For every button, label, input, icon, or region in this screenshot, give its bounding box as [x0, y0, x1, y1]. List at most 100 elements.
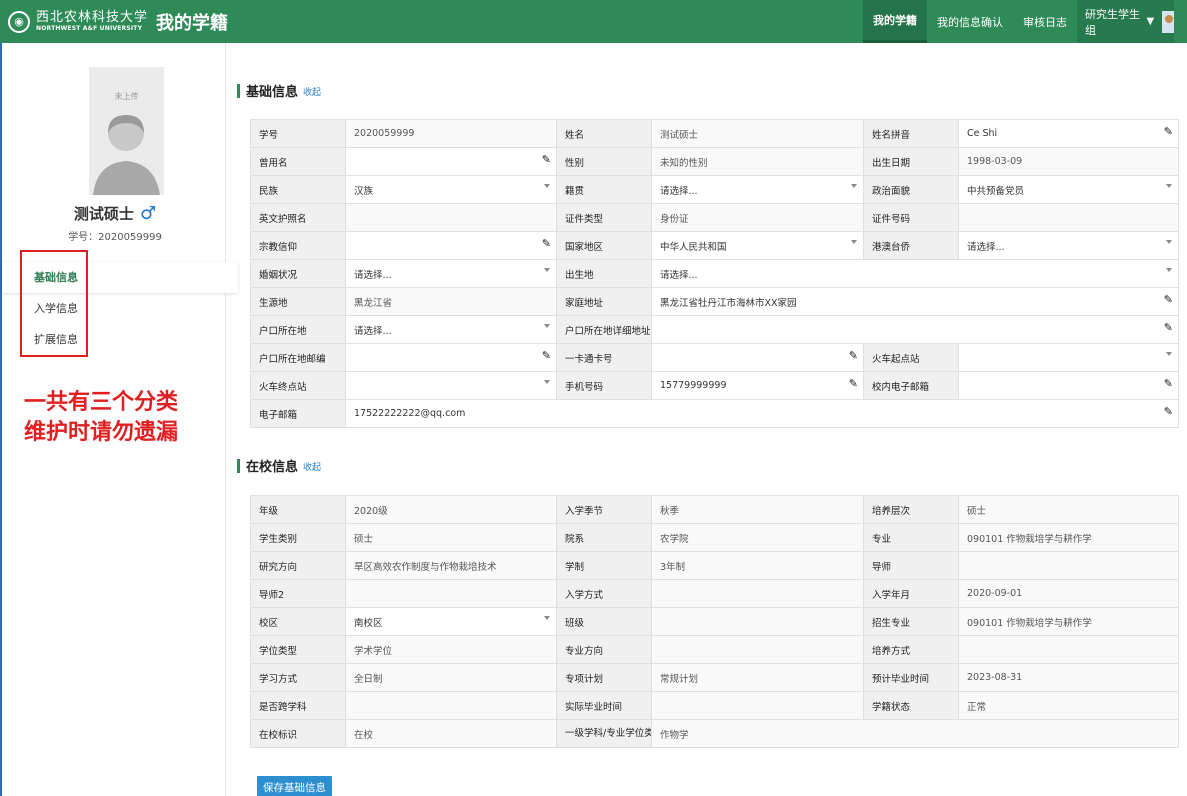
readonly-field: 农学院	[651, 523, 864, 552]
select-dropdown[interactable]: 请选择...	[345, 259, 557, 288]
field-label: 预计毕业时间	[863, 663, 959, 692]
field-value: 身份证	[660, 213, 689, 225]
text-input[interactable]: ✎	[651, 343, 864, 372]
field-value[interactable]: 15779999999	[660, 380, 727, 391]
field-value: 090101 作物栽培学与耕作学	[967, 617, 1092, 629]
nav-my-status[interactable]: 我的学籍	[863, 0, 927, 43]
main-content: 基础信息 收起 学号 2020059999 姓名 测试硕士 姓名拼音 Ce Shi ✎ 曾用名…	[237, 43, 1187, 796]
chevron-down-icon[interactable]	[1166, 352, 1172, 356]
field-value[interactable]: 中共预备党员	[967, 186, 1024, 197]
student-photo: 未上传	[89, 67, 164, 195]
table-row: 英文护照名 证件类型 身份证 证件号码	[250, 203, 1179, 232]
readonly-field: 2020059999	[345, 119, 557, 148]
select-dropdown[interactable]: 中华人民共和国	[651, 231, 864, 260]
avatar[interactable]	[1162, 10, 1174, 33]
readonly-field	[958, 203, 1179, 232]
chevron-down-icon[interactable]	[1166, 184, 1172, 188]
field-value: 正常	[967, 701, 987, 713]
field-value[interactable]: 请选择...	[660, 270, 698, 281]
select-dropdown[interactable]: 请选择...	[651, 259, 1179, 288]
select-dropdown[interactable]: 中共预备党员	[958, 175, 1179, 204]
pencil-icon[interactable]: ✎	[849, 377, 858, 390]
field-value: 090101 作物栽培学与耕作学	[967, 533, 1092, 545]
nav-info-confirm[interactable]: 我的信息确认	[927, 0, 1013, 43]
sidebar: 未上传 测试硕士 ♂ 学号：2020059999 基础信息 入学信息 扩展信息 一…	[0, 43, 238, 796]
text-input[interactable]: ✎	[651, 315, 1179, 344]
pencil-icon[interactable]: ✎	[1164, 125, 1173, 138]
field-label: 年级	[250, 495, 346, 524]
pencil-icon[interactable]: ✎	[1164, 405, 1173, 418]
field-value[interactable]: 请选择...	[354, 270, 392, 281]
collapse-link[interactable]: 收起	[303, 85, 321, 98]
menu-enrollment-info[interactable]: 入学信息	[2, 293, 238, 324]
pencil-icon[interactable]: ✎	[542, 349, 551, 362]
readonly-field	[345, 691, 557, 720]
text-input[interactable]: ✎	[345, 147, 557, 176]
select-dropdown[interactable]: 请选择...	[651, 175, 864, 204]
save-basic-info-button[interactable]: 保存基础信息	[257, 776, 332, 796]
select-dropdown[interactable]	[958, 343, 1179, 372]
field-label: 火车终点站	[250, 371, 346, 400]
university-name-en: NORTHWEST A&F UNIVERSITY	[36, 25, 143, 32]
select-dropdown[interactable]: 请选择...	[345, 315, 557, 344]
pencil-icon[interactable]: ✎	[849, 349, 858, 362]
chevron-down-icon[interactable]	[1166, 240, 1172, 244]
field-label: 籍贯	[556, 175, 652, 204]
field-label: 火车起点站	[863, 343, 959, 372]
select-dropdown[interactable]	[345, 371, 557, 400]
text-input[interactable]: ✎	[345, 343, 557, 372]
text-input[interactable]: ✎	[958, 371, 1179, 400]
text-input[interactable]: 15779999999 ✎	[651, 371, 864, 400]
field-label: 家庭地址	[556, 287, 652, 316]
field-value: 在校	[354, 729, 374, 741]
user-group-menu[interactable]: 研究生学生组 ▼	[1077, 0, 1174, 43]
readonly-field: 黑龙江省	[345, 287, 557, 316]
field-value[interactable]: Ce Shi	[967, 128, 997, 139]
field-label: 英文护照名	[250, 203, 346, 232]
field-label: 户口所在地详细地址	[556, 315, 652, 344]
section-menu: 基础信息 入学信息 扩展信息	[2, 262, 238, 355]
field-value[interactable]: 中华人民共和国	[660, 242, 727, 253]
readonly-field	[345, 203, 557, 232]
chevron-down-icon[interactable]	[544, 268, 550, 272]
chevron-down-icon[interactable]	[544, 380, 550, 384]
select-dropdown[interactable]: 汉族	[345, 175, 557, 204]
readonly-field: 学术学位	[345, 635, 557, 664]
pencil-icon[interactable]: ✎	[1164, 293, 1173, 306]
pencil-icon[interactable]: ✎	[542, 237, 551, 250]
readonly-field: 2020级	[345, 495, 557, 524]
collapse-link[interactable]: 收起	[303, 460, 321, 473]
select-dropdown[interactable]: 南校区	[345, 607, 557, 636]
field-value[interactable]: 南校区	[354, 618, 383, 629]
university-logo[interactable]: ◉ 西北农林科技大学 NORTHWEST A&F UNIVERSITY 我的学籍	[0, 0, 228, 43]
field-value[interactable]: 请选择...	[967, 242, 1005, 253]
readonly-field	[651, 579, 864, 608]
annotation-note: 一共有三个分类 维护时请勿遗漏	[24, 388, 178, 448]
field-value[interactable]: 黑龙江省牡丹江市海林市XX家园	[660, 298, 797, 309]
field-label: 培养方式	[863, 635, 959, 664]
chevron-down-icon[interactable]	[851, 184, 857, 188]
text-input[interactable]: Ce Shi ✎	[958, 119, 1179, 148]
section-heading: 基础信息	[246, 85, 299, 100]
nav-audit-log[interactable]: 审核日志	[1013, 0, 1077, 43]
field-value[interactable]: 请选择...	[354, 326, 392, 337]
pencil-icon[interactable]: ✎	[542, 153, 551, 166]
pencil-icon[interactable]: ✎	[1164, 377, 1173, 390]
chevron-down-icon[interactable]	[544, 184, 550, 188]
text-input[interactable]: 17522222222@qq.com ✎	[345, 399, 1179, 428]
chevron-down-icon[interactable]	[544, 616, 550, 620]
chevron-down-icon[interactable]	[1166, 268, 1172, 272]
readonly-field	[651, 607, 864, 636]
text-input[interactable]: 黑龙江省牡丹江市海林市XX家园 ✎	[651, 287, 1179, 316]
chevron-down-icon[interactable]	[851, 240, 857, 244]
menu-extended-info[interactable]: 扩展信息	[2, 324, 238, 355]
table-row: 是否跨学科 实际毕业时间 学籍状态 正常	[250, 691, 1179, 720]
chevron-down-icon[interactable]	[544, 324, 550, 328]
field-value[interactable]: 请选择...	[660, 186, 698, 197]
text-input[interactable]: ✎	[345, 231, 557, 260]
field-value[interactable]: 17522222222@qq.com	[354, 408, 465, 419]
menu-basic-info[interactable]: 基础信息	[2, 262, 238, 293]
pencil-icon[interactable]: ✎	[1164, 321, 1173, 334]
field-value[interactable]: 汉族	[354, 186, 373, 197]
select-dropdown[interactable]: 请选择...	[958, 231, 1179, 260]
